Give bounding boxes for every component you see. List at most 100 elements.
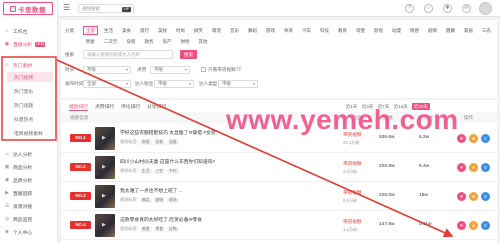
category-tag[interactable]: 动漫 bbox=[389, 26, 404, 35]
category-tag[interactable]: 剧情 bbox=[425, 26, 440, 35]
publish-time-select[interactable]: 全部 ▾ bbox=[83, 80, 131, 88]
video-tag[interactable]: 生活 bbox=[139, 168, 152, 174]
sidebar-subitem-hot-topics[interactable]: 热门话题 bbox=[7, 100, 53, 110]
sidebar-subitem-hot-videos[interactable]: 热门视频 bbox=[7, 72, 53, 82]
sidebar-item-live-tracking[interactable]: ▶ 直播追踪 bbox=[4, 188, 54, 198]
video-tag[interactable]: 显瘦 bbox=[167, 139, 179, 145]
category-tag[interactable]: 政务 bbox=[142, 37, 157, 46]
favorite-icon[interactable]: ♥ bbox=[457, 192, 466, 201]
video-tag[interactable]: 乡村 bbox=[167, 168, 179, 174]
sidebar-subitem-hot-music[interactable]: 热门音乐 bbox=[7, 86, 53, 96]
sidebar-item-resources[interactable]: ☰ 资源对接 bbox=[4, 201, 54, 211]
header-likes[interactable]: 点赞数 bbox=[379, 115, 393, 121]
category-tag[interactable]: 教育 bbox=[335, 26, 350, 35]
table-row[interactable]: NO.2 ▶ 四川小山村@夫妻 这是什么东西你们知道吗? 视频标签: 生活 三农… bbox=[61, 153, 497, 182]
category-tag[interactable]: 情感 bbox=[407, 26, 422, 35]
video-tag[interactable]: 搞笑 bbox=[139, 197, 152, 203]
message-icon[interactable]: ✉ bbox=[462, 4, 471, 13]
category-tag[interactable]: 萌宠 bbox=[209, 26, 224, 35]
sidebar-subitem-trending[interactable]: 抖音热点 bbox=[7, 114, 53, 124]
tab-share-ranking[interactable]: 分享排行 bbox=[147, 103, 166, 111]
detail-icon[interactable]: ≡ bbox=[481, 221, 490, 230]
help-icon[interactable]: ? bbox=[405, 4, 414, 13]
global-search-input[interactable]: 视频搜索 VIP bbox=[78, 4, 134, 13]
detail-icon[interactable]: ≡ bbox=[481, 134, 490, 143]
video-title[interactable]: 学好这些衣服搭配技巧 太显瘦了!#穿搭 #女装 bbox=[120, 129, 335, 136]
favorite-icon[interactable]: ♥ bbox=[457, 221, 466, 230]
category-tag[interactable]: 母婴 bbox=[353, 26, 368, 35]
range-7-days[interactable]: 近7天 bbox=[378, 103, 389, 110]
video-title[interactable]: 我太难了一点也不想上班了… bbox=[120, 187, 335, 194]
video-tag[interactable]: 穿搭 bbox=[139, 139, 152, 145]
fans-select[interactable]: 不限 ▾ bbox=[154, 80, 194, 88]
detail-icon[interactable]: ≡ bbox=[481, 163, 490, 172]
video-tag[interactable]: 剧情 bbox=[153, 197, 166, 203]
avatar[interactable] bbox=[479, 2, 492, 15]
category-tag[interactable]: 科技 bbox=[317, 26, 332, 35]
video-thumbnail[interactable]: ▶ bbox=[95, 156, 115, 179]
favorite-icon[interactable]: ♥ bbox=[457, 134, 466, 143]
header-fans[interactable]: 达人粉丝 bbox=[343, 115, 361, 121]
sidebar-item-live-analysis[interactable]: ◉ 直播分析 NEW bbox=[4, 39, 54, 49]
video-tag[interactable]: 女装 bbox=[153, 139, 166, 145]
category-tag[interactable]: 全部 bbox=[83, 26, 98, 35]
bell-icon[interactable]: ♪ bbox=[424, 4, 433, 13]
category-tag[interactable]: 生活 bbox=[101, 26, 116, 35]
table-row[interactable]: NO.3 ▶ 我太难了一点也不想上班了… 视频标签: 搞笑 剧情 职场 带货视频… bbox=[61, 182, 497, 211]
category-tag[interactable]: 三农 bbox=[479, 26, 493, 35]
range-3-days[interactable]: 近3天 bbox=[362, 103, 373, 110]
category-tag[interactable]: 其他 bbox=[196, 37, 211, 46]
range-1-day[interactable]: 近1天 bbox=[346, 103, 357, 110]
video-thumbnail[interactable]: ▶ bbox=[95, 127, 115, 150]
category-tag[interactable]: 搞笑 bbox=[191, 26, 206, 35]
tab-like-ranking[interactable]: 点赞排行 bbox=[95, 103, 114, 111]
sidebar-item-profile[interactable]: ☻ 个人中心 bbox=[4, 227, 54, 237]
star-icon[interactable]: ★ bbox=[469, 163, 478, 172]
video-tag[interactable]: 三农 bbox=[153, 168, 166, 174]
category-tag[interactable]: 影视 bbox=[371, 26, 386, 35]
category-tag[interactable]: 汽车 bbox=[299, 26, 314, 35]
sidebar-subitem-ecommerce-videos[interactable]: 电商视频素材 bbox=[7, 128, 53, 138]
sidebar-item-product-analysis[interactable]: ▣ 商品分析 bbox=[4, 162, 54, 172]
sidebar-group-hot-materials[interactable]: ♨ 热门素材 bbox=[4, 60, 54, 70]
category-tag[interactable]: 美妆 bbox=[155, 26, 170, 35]
settings-icon[interactable]: ✱ bbox=[443, 4, 452, 13]
video-search-input[interactable]: 请输入视频标题或达人名称 bbox=[83, 50, 173, 59]
sidebar-item-brand-analysis[interactable]: ◆ 品牌分析 bbox=[4, 175, 54, 185]
category-tag[interactable]: 舞蹈 bbox=[245, 26, 260, 35]
sidebar-item-workbench[interactable]: ⌂ 工作台 bbox=[4, 26, 54, 36]
category-tag[interactable]: 二次元 bbox=[101, 37, 121, 46]
video-tag[interactable]: 好物 bbox=[167, 226, 179, 232]
category-tag[interactable]: 游戏 bbox=[263, 26, 278, 35]
star-icon[interactable]: ★ bbox=[469, 192, 478, 201]
category-tag[interactable]: 时尚 bbox=[173, 26, 188, 35]
category-tag[interactable]: 明星 bbox=[83, 37, 98, 46]
header-comments[interactable]: 评论数 bbox=[419, 115, 433, 121]
only-goods-checkbox[interactable] bbox=[201, 67, 206, 72]
sidebar-item-influencer-analysis[interactable]: ☺ 达人分析 bbox=[4, 149, 54, 159]
star-icon[interactable]: ★ bbox=[469, 134, 478, 143]
tab-play-ranking[interactable]: 播放排行 bbox=[69, 103, 89, 111]
video-title[interactable]: 这款零食真的太好吃了,吃货必备!#零食 bbox=[120, 216, 335, 223]
detail-icon[interactable]: ≡ bbox=[481, 192, 490, 201]
influencer-type-select[interactable]: 不限 ▾ bbox=[218, 80, 258, 88]
tab-comment-ranking[interactable]: 评论排行 bbox=[121, 103, 140, 111]
category-tag[interactable]: 穿搭 bbox=[124, 37, 139, 46]
video-tag[interactable]: 美食 bbox=[139, 226, 152, 232]
table-row[interactable]: NO.1 ▶ 学好这些衣服搭配技巧 太显瘦了!#穿搭 #女装 视频标签: 穿搭 … bbox=[61, 124, 497, 153]
range-30-days[interactable]: 近30天 bbox=[412, 103, 430, 110]
table-row[interactable]: NO.4 ▶ 这款零食真的太好吃了,吃货必备!#零食 视频标签: 美食 零食 好… bbox=[61, 211, 497, 240]
range-15-days[interactable]: 近15天 bbox=[394, 103, 408, 110]
category-tag[interactable]: 音乐 bbox=[227, 26, 242, 35]
video-title[interactable]: 四川小山村@夫妻 这是什么东西你们知道吗? bbox=[120, 158, 335, 165]
logo[interactable]: 卡思数据 bbox=[3, 2, 53, 15]
category-tag[interactable]: 体育 bbox=[281, 26, 296, 35]
video-thumbnail[interactable]: ▶ bbox=[95, 185, 115, 208]
star-icon[interactable]: ★ bbox=[469, 221, 478, 230]
video-tag[interactable]: 职场 bbox=[167, 197, 179, 203]
favorite-icon[interactable]: ♥ bbox=[457, 163, 466, 172]
category-tag[interactable]: 健康 bbox=[443, 26, 458, 35]
category-tag[interactable]: 旅行 bbox=[137, 26, 152, 35]
sidebar-item-product-monitor[interactable]: ◎ 商品监控 bbox=[4, 214, 54, 224]
duration-select[interactable]: 不限 ▾ bbox=[83, 66, 131, 74]
